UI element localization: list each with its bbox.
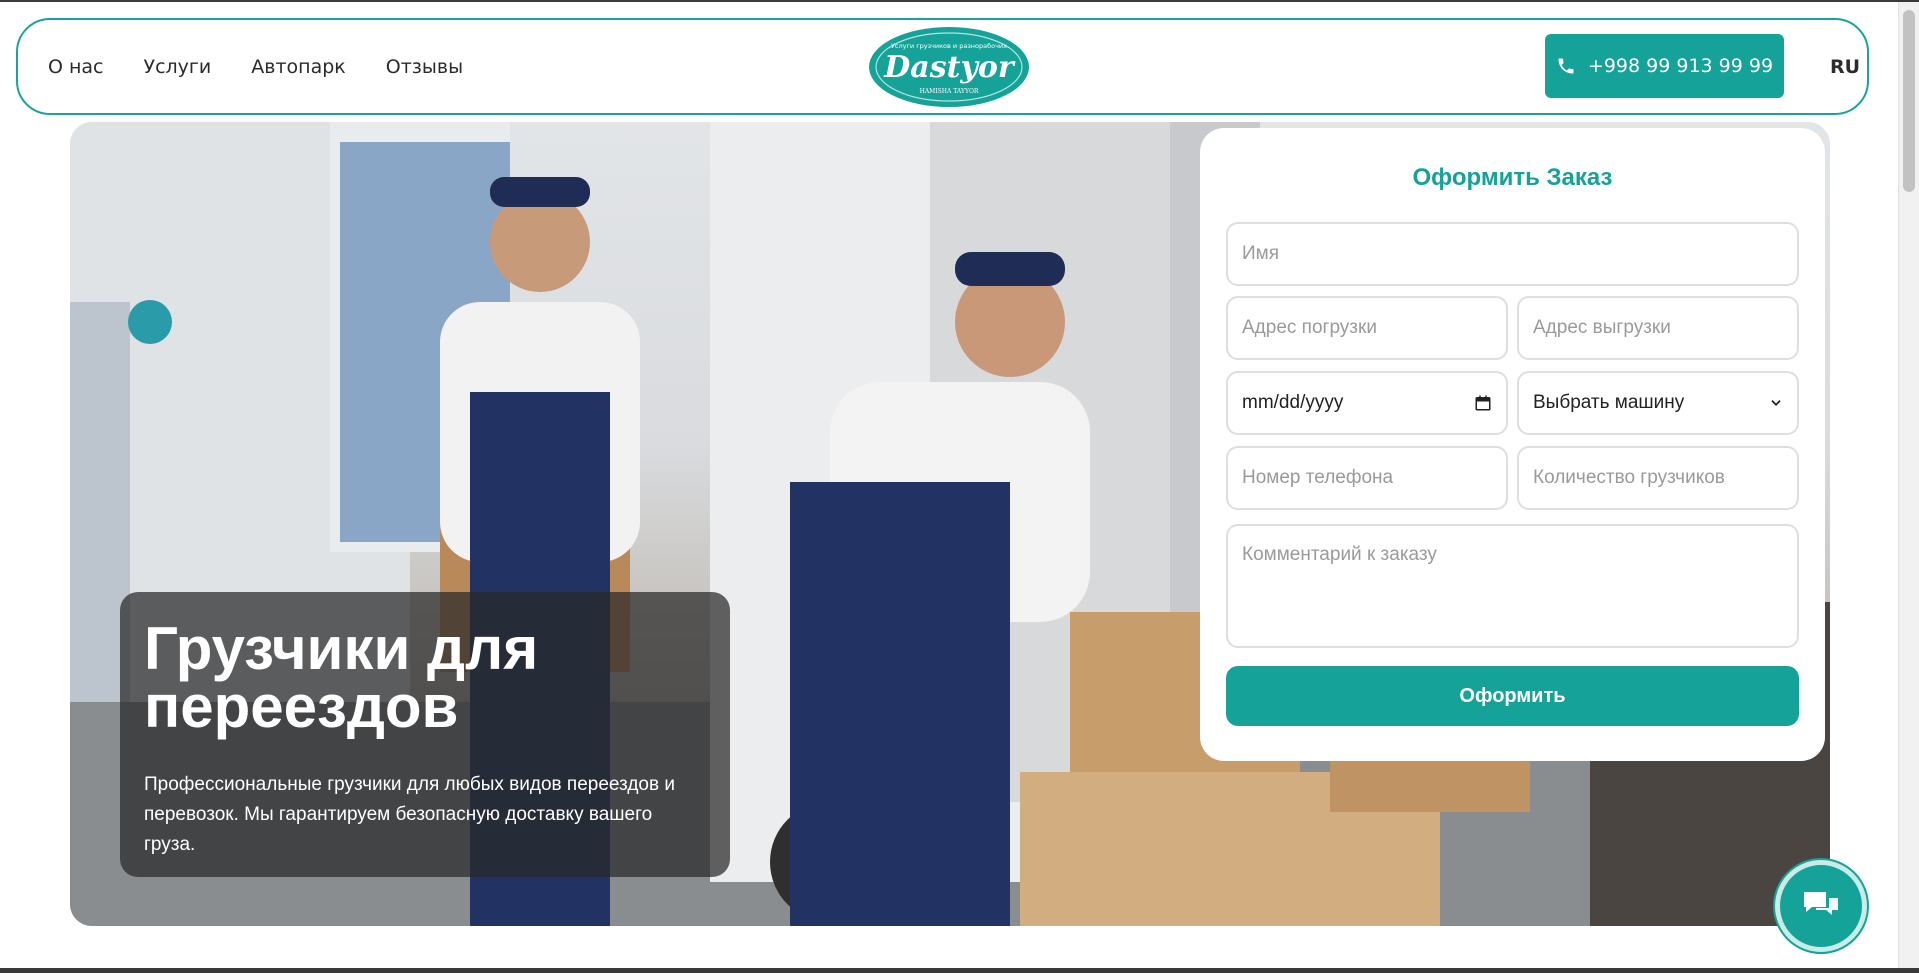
language-switch[interactable]: RU [1830, 20, 1860, 113]
chat-button[interactable] [1775, 860, 1867, 952]
nav-link-about[interactable]: О нас [48, 56, 104, 78]
phone-button[interactable]: +998 99 913 99 99 [1545, 34, 1784, 98]
vehicle-select[interactable]: Выбрать машину [1517, 371, 1799, 435]
phone-placeholder: Номер телефона [1242, 467, 1394, 488]
unload-address-input[interactable]: Адрес выгрузки [1517, 296, 1799, 360]
order-form-title: Оформить Заказ [1412, 164, 1613, 191]
nav-link-services[interactable]: Услуги [144, 56, 212, 78]
window-frame-top [0, 0, 1919, 2]
logo-wordmark: Dastyor [883, 50, 1016, 85]
phone-icon [1558, 58, 1574, 74]
logo-tagline: Услуги грузчиков и разнорабочих [891, 42, 1007, 50]
submit-order-button[interactable]: Оформить [1226, 666, 1799, 726]
vehicle-select-value: Выбрать машину [1533, 392, 1685, 413]
hero-caption: Грузчики для переездов Профессиональные … [120, 592, 730, 877]
dastyor-logo[interactable]: Услуги грузчиков и разнорабочих Dastyor … [868, 26, 1030, 108]
name-input[interactable]: Имя [1226, 222, 1799, 286]
scrollbar-thumb[interactable] [1903, 10, 1915, 192]
comment-textarea[interactable]: Комментарий к заказу [1226, 524, 1799, 648]
hero-title: Грузчики для переездов [144, 615, 539, 740]
name-placeholder: Имя [1242, 243, 1280, 264]
nav-link-fleet[interactable]: Автопарк [251, 56, 346, 78]
page-scrollbar[interactable] [1898, 2, 1919, 968]
comment-placeholder: Комментарий к заказу [1242, 544, 1437, 565]
hero-description: Профессиональные грузчики для любых видо… [144, 774, 675, 855]
order-form: Оформить Заказ Имя Адрес погрузки Адрес … [1200, 128, 1825, 761]
chat-icon [1804, 892, 1838, 915]
logo-subtitle: HAMISHA TAYYOR [920, 88, 979, 95]
phone-number: +998 99 913 99 99 [1587, 55, 1774, 77]
unload-address-placeholder: Адрес выгрузки [1533, 317, 1671, 338]
nav-link-reviews[interactable]: Отзывы [386, 56, 463, 78]
window-frame-bottom [0, 968, 1919, 973]
load-address-placeholder: Адрес погрузки [1242, 317, 1377, 338]
date-input[interactable]: mm/dd/yyyy [1226, 371, 1508, 435]
calendar-icon[interactable] [1474, 394, 1492, 412]
phone-input[interactable]: Номер телефона [1226, 446, 1508, 510]
date-placeholder: mm/dd/yyyy [1242, 392, 1344, 413]
site-header: О нас Услуги Автопарк Отзывы Услуги груз… [16, 18, 1869, 115]
chevron-down-icon [1771, 400, 1781, 406]
movers-count-placeholder: Количество грузчиков [1533, 467, 1725, 488]
movers-count-input[interactable]: Количество грузчиков [1517, 446, 1799, 510]
load-address-input[interactable]: Адрес погрузки [1226, 296, 1508, 360]
main-nav: О нас Услуги Автопарк Отзывы [48, 20, 463, 113]
